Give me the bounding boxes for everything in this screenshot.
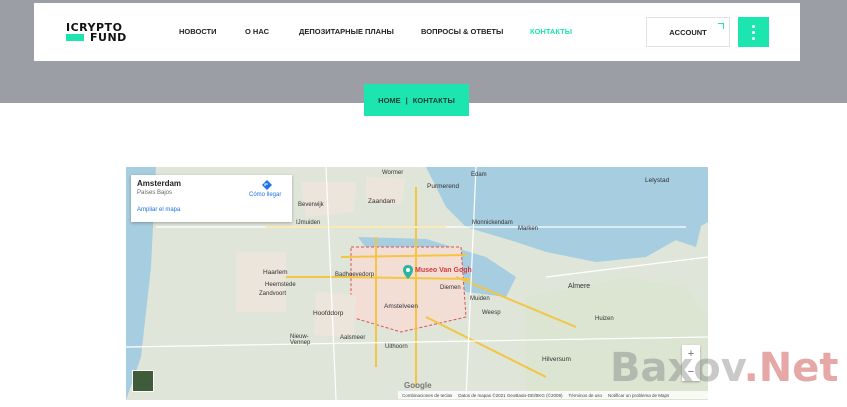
town-label: Nieuw-Vennep xyxy=(290,334,311,346)
map-info-card: Amsterdam Países Bajos Ampliar el mapa C… xyxy=(131,175,292,222)
town-label: Hilversum xyxy=(542,356,571,363)
town-label: Wormer xyxy=(382,170,404,176)
map-country-name: Países Bajos xyxy=(137,190,173,196)
menu-dot-icon xyxy=(752,24,755,28)
account-button[interactable]: ACCOUNT xyxy=(646,17,730,47)
menu-button[interactable] xyxy=(738,17,769,47)
menu-dot-icon xyxy=(752,36,755,40)
breadcrumb-separator: | xyxy=(405,95,408,105)
town-label: Haarlem xyxy=(263,269,288,276)
map-enlarge-link[interactable]: Ampliar el mapa xyxy=(137,207,180,213)
map-keyboard-shortcuts-link[interactable]: Combinaciones de teclas xyxy=(402,393,452,398)
nav-item-faq[interactable]: ВОПРОСЫ & ОТВЕТЫ xyxy=(421,27,503,36)
site-header: ICRYPTO FUND НОВОСТИ О НАС ДЕПОЗИТАРНЫЕ … xyxy=(34,3,800,61)
breadcrumb-home[interactable]: HOME xyxy=(378,96,401,105)
watermark: Baxov.Net xyxy=(610,345,839,391)
location-pin-icon xyxy=(403,265,413,279)
menu-dot-icon xyxy=(752,30,755,34)
town-label: Edam xyxy=(471,172,487,178)
map-data-attribution: Datos de mapas ©2021 GeoBasis-DE/BKG (©2… xyxy=(458,392,563,398)
town-label: Huizen xyxy=(595,316,614,322)
directions-icon[interactable] xyxy=(261,179,273,191)
nav-item-deposit-plans[interactable]: ДЕПОЗИТАРНЫЕ ПЛАНЫ xyxy=(299,27,394,36)
town-label: Zaandam xyxy=(368,198,396,205)
town-label: Uithoorn xyxy=(385,344,408,350)
town-label: Amstelveen xyxy=(384,303,418,310)
place-label: Museo Van Gogh xyxy=(415,267,472,274)
nav-item-news[interactable]: НОВОСТИ xyxy=(179,27,217,36)
google-logo: Google xyxy=(404,381,432,390)
watermark-text: Baxov xyxy=(610,345,744,391)
satellite-toggle-button[interactable] xyxy=(132,370,154,392)
town-label: Diemen xyxy=(440,285,461,291)
map-footer: Combinaciones de teclas Datos de mapas ©… xyxy=(398,391,708,399)
town-label: Marken xyxy=(518,226,539,232)
directions-link[interactable]: Cómo llegar xyxy=(249,192,281,198)
main-nav: НОВОСТИ О НАС ДЕПОЗИТАРНЫЕ ПЛАНЫ ВОПРОСЫ… xyxy=(34,27,634,41)
town-label: Beverwijk xyxy=(298,202,324,208)
town-label: Aalsmeer xyxy=(340,335,366,341)
map-terms-link[interactable]: Términos de uso xyxy=(568,393,602,398)
town-label: Heemstede xyxy=(265,282,296,288)
watermark-tld: .Net xyxy=(743,345,839,391)
town-label: Lelystad xyxy=(645,177,670,184)
map-report-link[interactable]: Notificar un problema de Maps xyxy=(608,393,669,398)
town-label: Almere xyxy=(568,283,591,290)
town-label: Badhoevedorp xyxy=(335,272,375,278)
corner-accent-icon xyxy=(718,23,724,29)
town-label: Hoofddorp xyxy=(313,310,344,317)
town-label: Purmerend xyxy=(427,183,460,190)
account-label: ACCOUNT xyxy=(669,27,707,37)
map-place-marker[interactable]: Museo Van Gogh xyxy=(403,265,472,284)
town-label: IJmuiden xyxy=(296,220,321,226)
breadcrumb: HOME | КОНТАКТЫ xyxy=(364,84,469,116)
breadcrumb-current: КОНТАКТЫ xyxy=(412,95,455,105)
map-city-name: Amsterdam xyxy=(137,179,182,188)
town-label: Zandvoort xyxy=(259,291,287,297)
nav-item-contacts[interactable]: КОНТАКТЫ xyxy=(530,27,572,36)
nav-item-about[interactable]: О НАС xyxy=(245,27,269,36)
town-label: Monnickendam xyxy=(472,220,513,226)
town-label: Muiden xyxy=(470,296,490,302)
town-label: Weesp xyxy=(482,310,501,316)
